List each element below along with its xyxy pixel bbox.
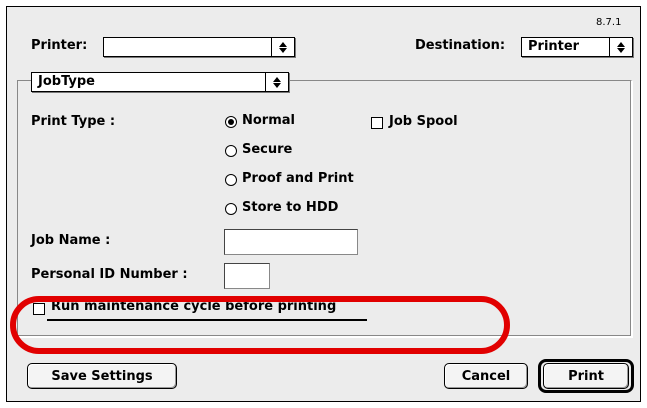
destination-popup-value: Printer (528, 39, 580, 54)
job-spool-checkbox[interactable] (371, 117, 383, 129)
radio-proof-and-print[interactable] (225, 174, 237, 186)
panel-popup-value: JobType (38, 74, 95, 89)
radio-normal-label[interactable]: Normal (242, 113, 295, 128)
red-highlight-ellipse (10, 296, 510, 354)
job-spool-label[interactable]: Job Spool (389, 114, 458, 129)
panel-popup[interactable]: JobType (31, 72, 289, 92)
popup-arrows-icon (265, 73, 288, 91)
print-type-label: Print Type : (31, 114, 116, 129)
radio-proof-and-print-label[interactable]: Proof and Print (242, 171, 354, 186)
printer-label: Printer: (31, 38, 88, 53)
radio-secure[interactable] (225, 145, 237, 157)
job-name-field[interactable] (224, 229, 358, 255)
job-name-label: Job Name : (31, 233, 111, 248)
radio-normal[interactable] (225, 116, 237, 128)
personal-id-field[interactable] (224, 263, 270, 289)
print-button[interactable]: Print (543, 363, 629, 389)
save-settings-button[interactable]: Save Settings (27, 363, 177, 389)
version-label: 8.7.1 (596, 17, 622, 28)
popup-arrows-icon (609, 38, 632, 56)
radio-store-to-hdd-label[interactable]: Store to HDD (242, 200, 338, 215)
popup-arrows-icon (271, 38, 294, 56)
radio-secure-label[interactable]: Secure (242, 142, 292, 157)
cancel-button[interactable]: Cancel (444, 363, 528, 389)
destination-popup[interactable]: Printer (521, 37, 633, 57)
radio-selected-dot (228, 119, 234, 125)
printer-popup[interactable] (103, 37, 295, 57)
radio-store-to-hdd[interactable] (225, 203, 237, 215)
destination-label: Destination: (415, 38, 506, 53)
personal-id-label: Personal ID Number : (31, 267, 188, 282)
